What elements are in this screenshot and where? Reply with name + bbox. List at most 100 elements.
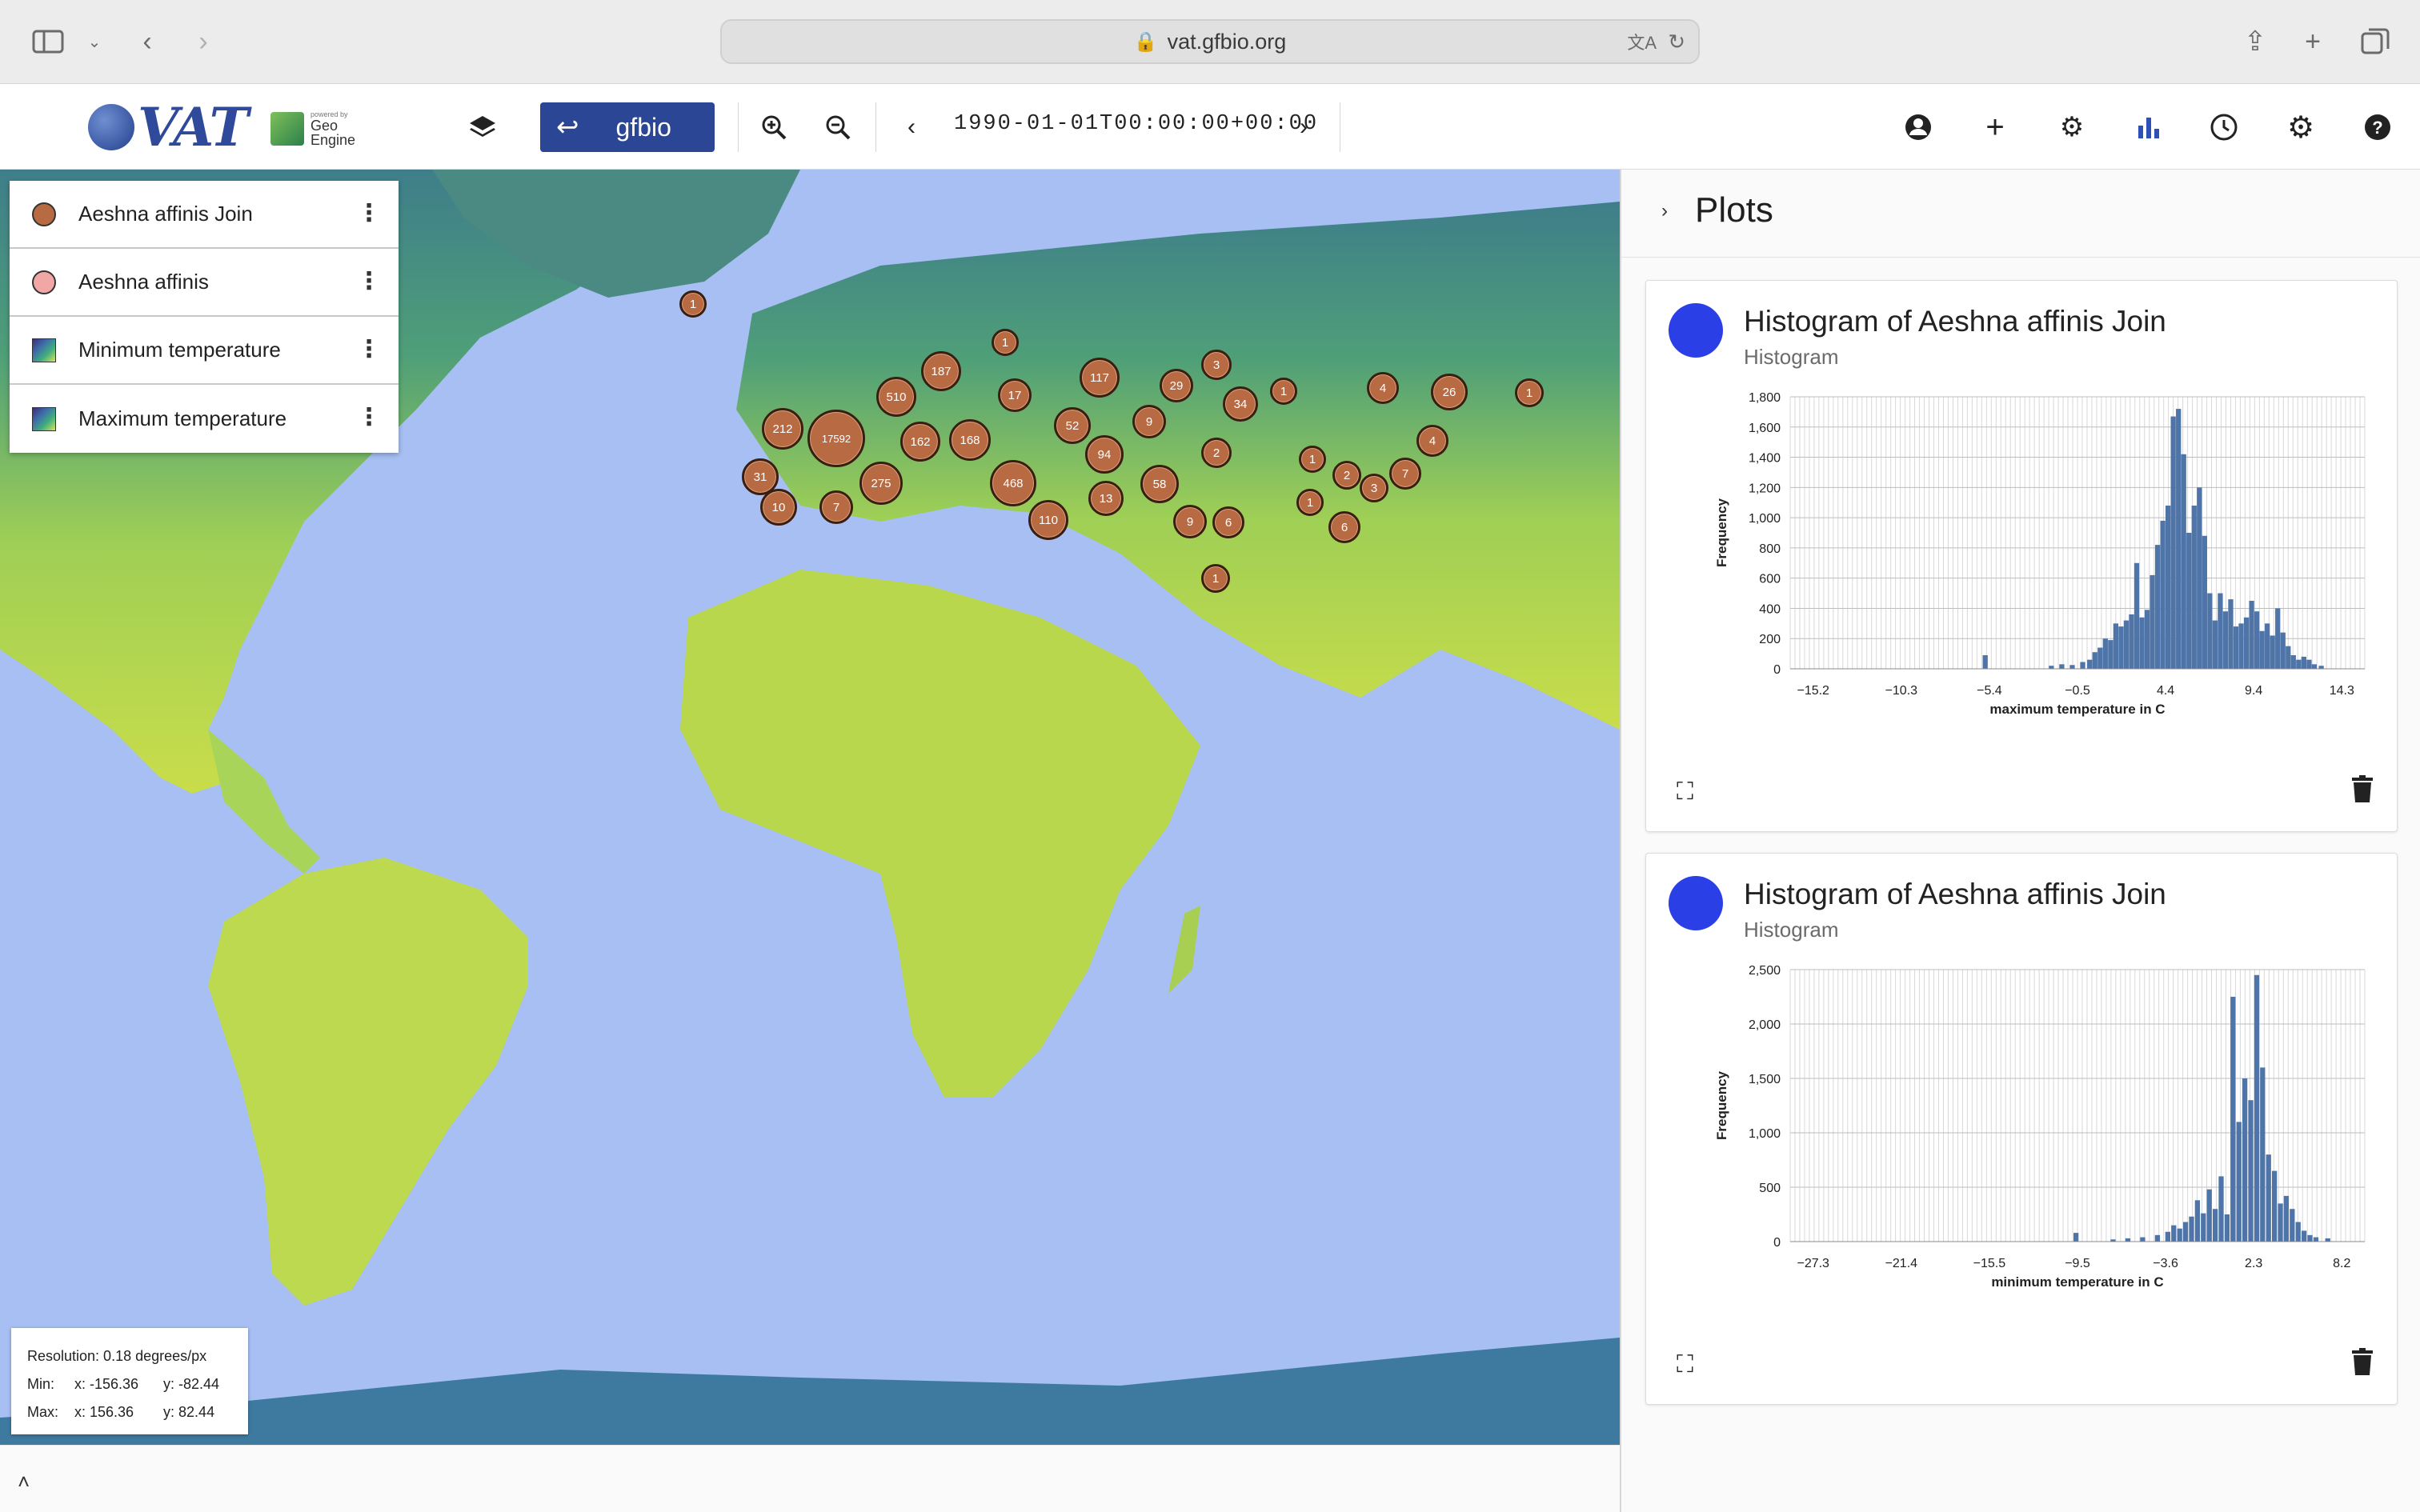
cluster-marker[interactable]: 468 [990,460,1036,506]
chevron-right-icon[interactable]: › [1661,200,1668,222]
cluster-marker[interactable]: 17 [998,378,1032,412]
y-tick-label: 200 [1759,633,1781,646]
translate-icon[interactable]: 文A [1627,29,1657,54]
plots-icon[interactable] [2129,107,2169,147]
app-toolbar: VAT powered by Geo Engine ↩ gfbio ‹ 1990-0… [0,85,2420,170]
cluster-marker[interactable]: 1 [1296,489,1324,516]
zoom-out-icon[interactable] [818,107,858,147]
settings-icon[interactable]: ⚙ [2281,107,2321,147]
cluster-marker[interactable]: 34 [1223,386,1258,422]
delete-icon[interactable] [2352,775,2373,802]
cluster-marker[interactable]: 7 [1389,458,1421,490]
cluster-marker[interactable]: 168 [949,419,991,461]
help-icon[interactable]: ? [2358,107,2398,147]
cluster-marker[interactable]: 117 [1080,358,1120,398]
cluster-marker[interactable]: 1 [679,290,707,318]
reload-icon[interactable]: ↻ [1668,30,1685,54]
cluster-marker[interactable]: 4 [1367,372,1399,404]
more-vert-icon[interactable]: ⋮ [357,404,381,431]
gfbio-label: gfbio [615,112,671,142]
cluster-marker[interactable]: 3 [1360,474,1388,502]
cluster-marker[interactable]: 275 [859,462,903,505]
cluster-marker[interactable]: 10 [760,489,797,526]
x-tick-label: 4.4 [2157,684,2174,698]
more-vert-icon[interactable]: ⋮ [357,268,381,295]
zoom-in-icon[interactable] [754,107,794,147]
histogram-bar [2059,664,2065,669]
browser-toolbar: ⌄ ‹ › 🔒 vat.gfbio.org 文A ↻ ⇪ + [0,0,2420,84]
chevron-down-icon[interactable]: ⌄ [75,22,114,61]
cluster-marker[interactable]: 110 [1028,500,1068,540]
back-icon[interactable]: ‹ [128,22,166,61]
delete-icon[interactable] [2352,1348,2373,1375]
histogram-bar [2260,1067,2266,1242]
histogram-bar [2165,1231,2171,1242]
toolbar-divider [875,102,876,152]
time-icon[interactable] [2204,107,2244,147]
cluster-marker[interactable]: 9 [1132,405,1166,438]
cluster-marker[interactable]: 1 [1201,564,1230,593]
more-vert-icon[interactable]: ⋮ [357,336,381,363]
cluster-marker[interactable]: 94 [1085,435,1124,474]
cluster-marker[interactable]: 510 [876,377,916,417]
cluster-marker[interactable]: 2 [1201,438,1232,468]
chevron-up-icon[interactable]: ˄ [18,1470,30,1494]
cluster-marker[interactable]: 1 [1299,446,1326,473]
histogram-bar [2228,599,2234,669]
histogram-bar [2212,1209,2218,1242]
x-tick-label: −27.3 [1797,1257,1829,1270]
gfbio-button[interactable]: ↩ gfbio [540,102,715,152]
sidebar-toggle-icon[interactable] [29,22,67,61]
url-text: vat.gfbio.org [1167,29,1287,54]
histogram-bar [2266,1154,2271,1242]
more-vert-icon[interactable]: ⋮ [357,200,381,227]
fullscreen-icon[interactable]: ⛶ [1677,1351,1693,1378]
operators-icon[interactable]: ⚙ [2052,107,2092,147]
cluster-marker[interactable]: 187 [921,351,961,391]
time-label[interactable]: 1990-01-01T00:00:00+00:00 [954,112,1318,136]
layer-item[interactable]: Maximum temperature ⋮ [10,385,399,453]
account-icon[interactable] [1898,107,1938,147]
time-forward-icon[interactable]: › [1284,107,1324,147]
cluster-marker[interactable]: 58 [1140,465,1179,503]
cluster-marker[interactable]: 1 [1270,378,1297,405]
cluster-marker[interactable]: 17592 [807,410,865,467]
cluster-marker[interactable]: 7 [819,490,853,524]
time-back-icon[interactable]: ‹ [891,107,932,147]
cluster-marker[interactable]: 1 [1515,378,1544,407]
point-symbol-icon [32,270,56,294]
cluster-marker[interactable]: 162 [900,422,940,462]
cluster-marker[interactable]: 1 [992,329,1019,356]
histogram-bar [2144,610,2150,669]
x-tick-label: −15.2 [1797,684,1829,698]
layer-item[interactable]: Aeshna affinis ⋮ [10,249,399,317]
fullscreen-icon[interactable]: ⛶ [1677,778,1693,806]
cluster-marker[interactable]: 13 [1088,481,1124,516]
cluster-marker[interactable]: 2 [1332,461,1361,490]
histogram-bar [2224,1214,2230,1242]
cluster-marker[interactable]: 4 [1416,425,1448,457]
layer-item[interactable]: Minimum temperature ⋮ [10,317,399,385]
new-tab-icon[interactable]: + [2294,22,2332,61]
cluster-marker[interactable]: 3 [1201,350,1232,380]
histogram-bar [2311,664,2318,669]
plots-panel: › Plots Histogram of Aeshna affinis Join… [1620,170,2420,1512]
cluster-marker[interactable]: 26 [1431,374,1468,410]
add-icon[interactable]: + [1975,107,2015,147]
y-tick-label: 500 [1759,1182,1781,1195]
vat-wordmark: VAT [138,96,249,158]
share-icon[interactable]: ⇪ [2236,22,2274,61]
forward-icon[interactable]: › [184,22,222,61]
histogram-bar [2254,611,2260,669]
address-bar[interactable]: 🔒 vat.gfbio.org 文A ↻ [720,19,1700,64]
x-tick-label: −5.4 [1977,684,2002,698]
cluster-marker[interactable]: 6 [1212,506,1244,538]
layers-icon[interactable] [463,107,503,147]
cluster-marker[interactable]: 52 [1054,407,1091,444]
cluster-marker[interactable]: 212 [762,408,803,450]
layer-item[interactable]: Aeshna affinis Join ⋮ [10,181,399,249]
cluster-marker[interactable]: 6 [1328,511,1360,543]
cluster-marker[interactable]: 9 [1173,505,1207,538]
cluster-marker[interactable]: 29 [1160,369,1193,402]
tabs-overview-icon[interactable] [2356,22,2394,61]
